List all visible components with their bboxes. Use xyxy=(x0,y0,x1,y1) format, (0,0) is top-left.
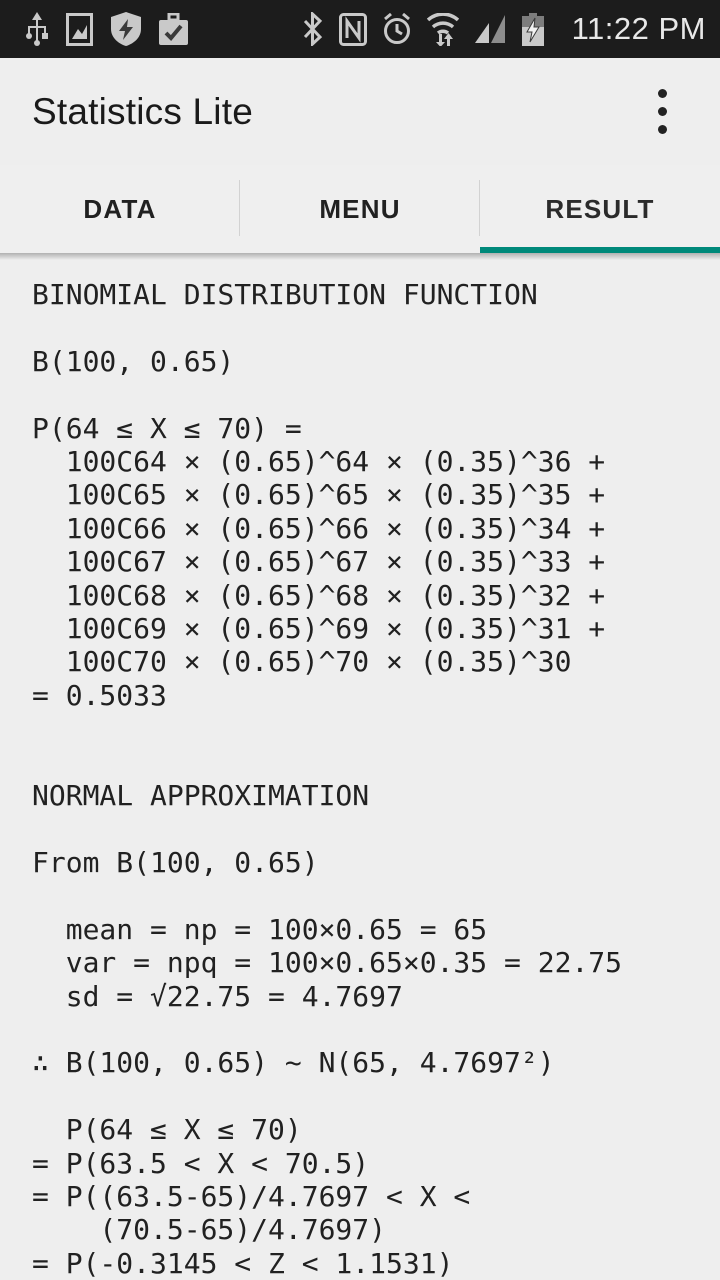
bluetooth-icon xyxy=(303,12,322,46)
app-screen: 11:22 PM Statistics Lite DATA MENU RESUL… xyxy=(0,0,720,1280)
tab-menu-label: MENU xyxy=(319,193,401,224)
usb-icon xyxy=(26,12,48,46)
result-panel[interactable]: BINOMIAL DISTRIBUTION FUNCTION B(100, 0.… xyxy=(0,260,720,1280)
active-tab-indicator xyxy=(480,247,720,253)
status-bar-left-icons xyxy=(26,12,188,46)
tab-data[interactable]: DATA xyxy=(0,165,240,253)
nfc-icon xyxy=(338,12,367,46)
alarm-clock-icon xyxy=(383,12,410,44)
status-bar: 11:22 PM xyxy=(0,0,720,58)
result-output-text: BINOMIAL DISTRIBUTION FUNCTION B(100, 0.… xyxy=(32,278,623,1280)
work-briefcase-icon xyxy=(159,13,188,45)
tab-result-label: RESULT xyxy=(545,193,655,224)
tab-bar-shadow xyxy=(0,253,720,260)
app-bar: Statistics Lite xyxy=(0,58,720,165)
overflow-menu-icon[interactable] xyxy=(634,81,690,143)
wifi-transfer-icon xyxy=(426,12,459,46)
tab-data-label: DATA xyxy=(83,193,157,224)
status-bar-clock: 11:22 PM xyxy=(571,11,706,46)
cellular-signal-icon xyxy=(474,15,505,43)
tab-menu[interactable]: MENU xyxy=(240,165,480,253)
battery-charging-icon xyxy=(521,12,544,46)
shield-security-icon xyxy=(111,12,141,46)
app-title: Statistics Lite xyxy=(32,90,253,132)
screenshot-image-icon xyxy=(66,12,93,46)
status-bar-right-icons: 11:22 PM xyxy=(302,11,706,47)
tab-result[interactable]: RESULT xyxy=(480,165,720,253)
tab-bar: DATA MENU RESULT xyxy=(0,165,720,253)
